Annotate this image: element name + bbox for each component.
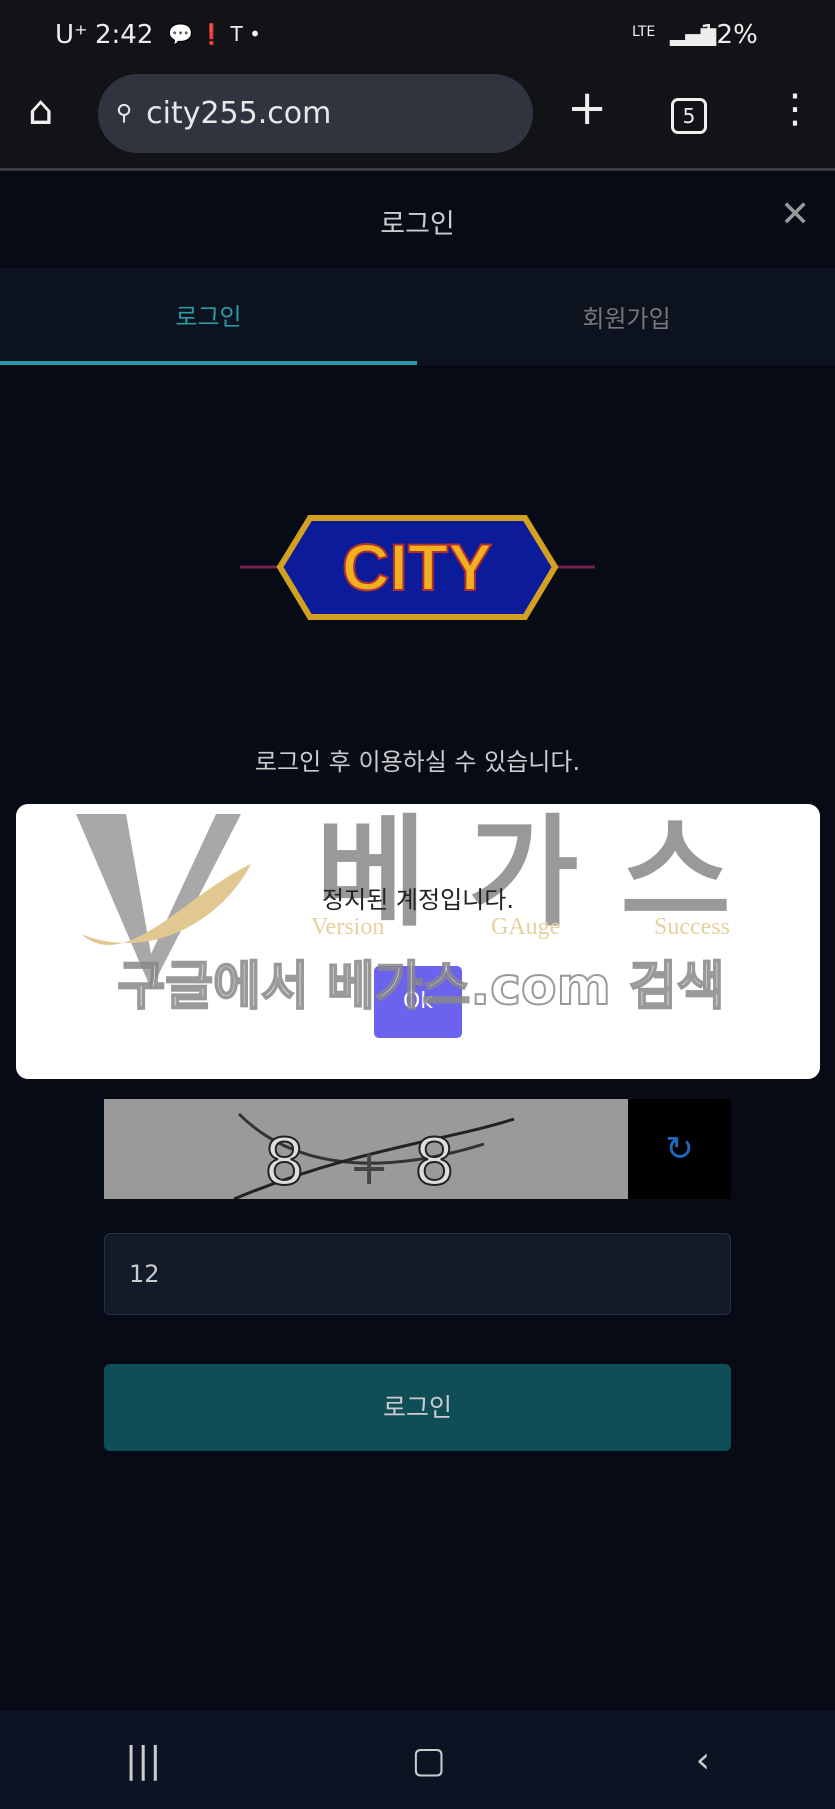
captcha-answer-input[interactable]: 12 [104,1233,731,1315]
svg-text:Version: Version [311,914,384,940]
refresh-captcha-button[interactable]: ↻ [628,1099,731,1199]
captcha-image: 8 + 8 [104,1099,628,1201]
svg-text:+: + [349,1140,389,1196]
status-bar: U⁺ 2:42 💬 ❗ T • LTE ▂▄▆ 12% [0,0,835,70]
close-icon[interactable]: ✕ [780,194,810,235]
page-title: 로그인 [380,209,455,240]
url-text: city255.com [146,96,332,131]
menu-icon[interactable]: ⋮ [775,86,815,132]
modal-header: 로그인 ✕ [0,174,835,268]
tab-bar: 로그인 회원가입 [0,268,835,365]
carrier: U⁺ [55,20,88,50]
tab-switcher-button[interactable]: 5 [671,98,707,134]
alert-message: 정지된 계정입니다. [322,886,514,914]
recent-apps-icon[interactable]: ||| [125,1740,161,1781]
login-button[interactable]: 로그인 [104,1364,731,1451]
svg-text:Success: Success [654,914,730,940]
notification-icons: 💬 ❗ T • [168,22,261,46]
tab-login[interactable]: 로그인 [0,268,417,365]
svg-text:8: 8 [414,1126,455,1199]
svg-text:GAuge: GAuge [491,914,560,940]
clock: 2:42 [95,20,154,50]
city-logo: CITY [240,510,595,625]
alert-dialog: 베 가 스 Version GAuge Success 정지된 계정입니다. O… [16,804,820,1079]
site-settings-icon[interactable]: ⚲ [116,101,132,126]
tab-signup[interactable]: 회원가입 [418,268,835,365]
system-nav-bar: ||| ▢ ‹ [0,1711,835,1809]
ok-button[interactable]: Ok [374,966,462,1038]
home-nav-icon[interactable]: ▢ [411,1740,445,1781]
login-required-text: 로그인 후 이용하실 수 있습니다. [254,748,581,776]
refresh-icon: ↻ [665,1129,694,1169]
svg-text:CITY: CITY [342,530,492,604]
svg-text:베 가 스: 베 가 스 [316,804,731,943]
back-icon[interactable]: ‹ [696,1740,710,1781]
home-icon[interactable]: ⌂ [28,88,53,134]
browser-toolbar: ⌂ ⚲ city255.com + 5 ⋮ [0,70,835,171]
new-tab-icon[interactable]: + [567,80,607,136]
svg-text:8: 8 [264,1126,305,1199]
address-bar[interactable]: ⚲ city255.com [98,74,533,153]
battery-level: 12% [700,20,758,50]
network-type: LTE [632,24,656,40]
